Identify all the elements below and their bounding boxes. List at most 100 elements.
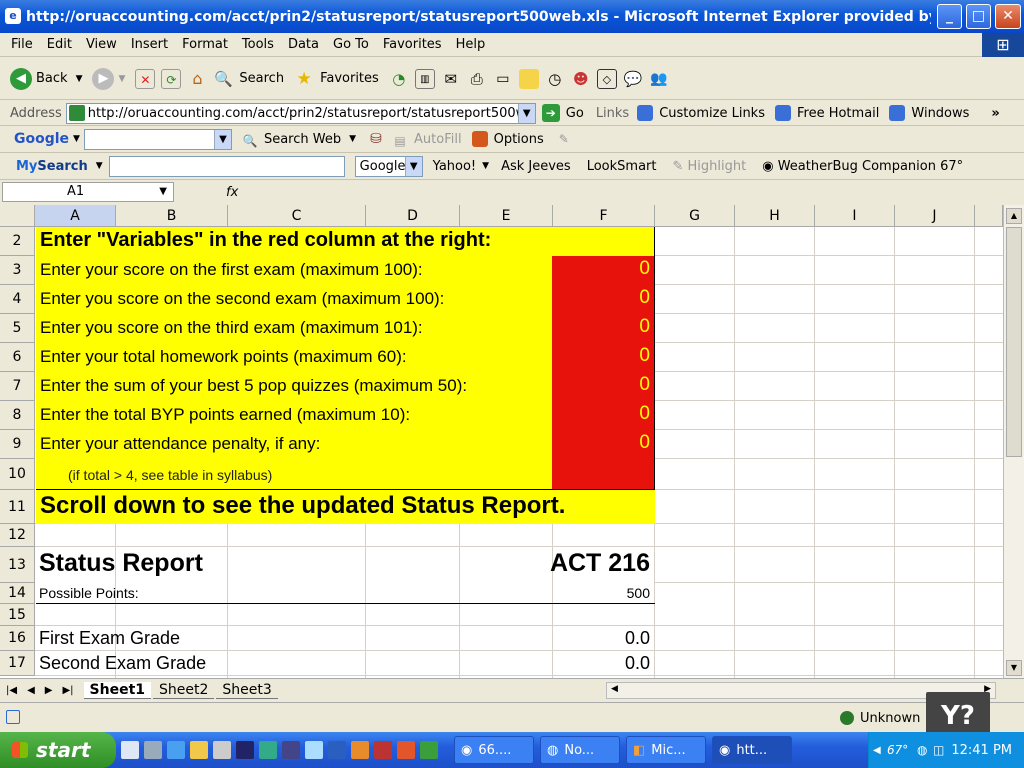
chevron-down-icon[interactable]: ▼ [159,183,167,201]
media-icon[interactable]: ▥ [414,68,435,89]
row-header-15[interactable]: 15 [0,604,35,626]
course-code[interactable]: ACT 216 [520,549,650,578]
sheet-tab-1[interactable]: Sheet1 [83,682,152,699]
chevron-down-icon[interactable]: ▼ [482,161,489,171]
folder-icon[interactable] [518,68,539,89]
column-header-h[interactable]: H [735,205,815,227]
column-header-i[interactable]: I [815,205,895,227]
mysearch-askjeeves[interactable]: Ask Jeeves [501,159,571,174]
possible-points-label[interactable]: Possible Points: [39,585,139,601]
row-header-10[interactable]: 10 [0,459,35,490]
quicklaunch-icon[interactable] [305,741,323,759]
quicklaunch-icon[interactable] [420,741,438,759]
select-all-corner[interactable] [0,205,35,227]
mysearch-looksmart[interactable]: LookSmart [587,159,657,174]
mysearch-logo[interactable]: MySearch [16,159,88,174]
menu-favorites[interactable]: Favorites [383,37,442,52]
mail-icon[interactable]: ✉ [441,69,461,89]
pencil-icon[interactable]: ✎ [554,129,574,149]
start-button[interactable]: start [0,732,116,768]
address-input[interactable]: http://oruaccounting.com/acct/prin2/stat… [65,102,536,124]
input-value-exam2[interactable]: 0 [560,287,650,309]
maximize-button[interactable]: □ [966,4,991,29]
security-zone[interactable]: Unknown [860,711,920,726]
options-button[interactable]: Options [471,131,544,147]
taskbar-item-weather[interactable]: ◉ 66.... [454,736,534,764]
scroll-up-icon[interactable]: ▲ [1006,208,1022,224]
taskbar-item-no[interactable]: ◍ No... [540,736,620,764]
chevron-down-icon[interactable]: ▼ [118,74,125,84]
minimize-button[interactable]: _ [937,4,962,29]
mysearch-engine-select[interactable]: Google ▼ [354,155,423,177]
code-icon[interactable]: ◇ [596,68,617,89]
google-logo[interactable]: Google [14,131,69,147]
chevron-down-icon[interactable]: ▼ [96,161,103,171]
report-title[interactable]: Status Report [39,549,203,578]
link-hotmail[interactable]: Free Hotmail [774,105,879,121]
quicklaunch-icon[interactable] [236,741,254,759]
menu-data[interactable]: Data [288,37,319,52]
quicklaunch-icon[interactable] [213,741,231,759]
tray-icon[interactable]: ◫ [933,743,944,757]
row-header-9[interactable]: 9 [0,430,35,459]
menu-view[interactable]: View [86,37,117,52]
first-sheet-icon[interactable]: |◀ [6,685,17,696]
input-value-exam1[interactable]: 0 [560,258,650,280]
print-icon[interactable]: ⎙ [467,69,487,89]
temperature-label[interactable]: 67° [887,743,908,757]
google-search-input[interactable]: ▼ [83,128,232,150]
quicklaunch-icon[interactable] [351,741,369,759]
scroll-left-icon[interactable]: ◀ [611,684,618,694]
stop-icon[interactable]: ✕ [135,68,156,89]
close-button[interactable]: ✕ [995,4,1021,29]
medal-icon[interactable]: ☻ [571,69,591,89]
input-label-homework[interactable]: Enter your total homework points (maximu… [40,347,407,367]
scroll-thumb[interactable] [1006,227,1022,457]
row-header-14[interactable]: 14 [0,583,35,604]
input-label-byp[interactable]: Enter the total BYP points earned (maxim… [40,405,410,425]
refresh-icon[interactable]: ⟳ [161,68,182,89]
last-sheet-icon[interactable]: ▶| [62,685,73,696]
folder-quicklaunch-icon[interactable] [190,741,208,759]
quicklaunch-icon[interactable] [374,741,392,759]
highlight-button[interactable]: ✎ Highlight [672,159,746,174]
menu-format[interactable]: Format [182,37,228,52]
quicklaunch-icon[interactable] [259,741,277,759]
search-button[interactable]: 🔍 Search [213,69,284,89]
column-header-e[interactable]: E [460,205,553,227]
row-header-3[interactable]: 3 [0,256,35,285]
row-header-5[interactable]: 5 [0,314,35,343]
mysearch-input[interactable] [108,155,345,177]
prev-sheet-icon[interactable]: ◀ [27,685,35,696]
chevron-down-icon[interactable]: ▼ [404,156,422,176]
back-button[interactable]: ◀ Back ▼ [10,67,82,90]
quicklaunch-icon[interactable] [144,741,162,759]
chevron-down-icon[interactable]: ▼ [73,134,80,144]
column-header-f[interactable]: F [553,205,655,227]
word-quicklaunch-icon[interactable] [328,741,346,759]
input-label-attendance[interactable]: Enter your attendance penalty, if any: [40,434,320,454]
chevron-left-icon[interactable]: ◀ [873,745,881,756]
menu-insert[interactable]: Insert [131,37,168,52]
quicklaunch-icon[interactable] [397,741,415,759]
link-customize[interactable]: Customize Links [637,105,765,121]
pagerank-icon[interactable]: ⛁ [366,129,386,149]
search-web-button[interactable]: 🔍 Search Web ▼ [242,131,356,149]
input-value-quizzes[interactable]: 0 [560,374,650,396]
forward-button[interactable]: ▶ ▼ [92,67,125,90]
row-header-6[interactable]: 6 [0,343,35,372]
input-value-homework[interactable]: 0 [560,345,650,367]
favorites-button[interactable]: ★ Favorites [294,69,378,89]
tray-icon[interactable]: ◍ [917,743,927,757]
input-value-exam3[interactable]: 0 [560,316,650,338]
input-value-byp[interactable]: 0 [560,403,650,425]
messenger-bubble-icon[interactable]: 💬 [623,69,643,89]
menu-edit[interactable]: Edit [47,37,72,52]
row-header-8[interactable]: 8 [0,401,35,430]
ie-quicklaunch-icon[interactable] [167,741,185,759]
row-header-17[interactable]: 17 [0,651,35,676]
row-header-16[interactable]: 16 [0,626,35,651]
chevron-right-icon[interactable]: » [991,106,999,121]
input-value-attendance[interactable]: 0 [560,432,650,454]
input-label-exam2[interactable]: Enter you score on the second exam (maxi… [40,289,444,309]
